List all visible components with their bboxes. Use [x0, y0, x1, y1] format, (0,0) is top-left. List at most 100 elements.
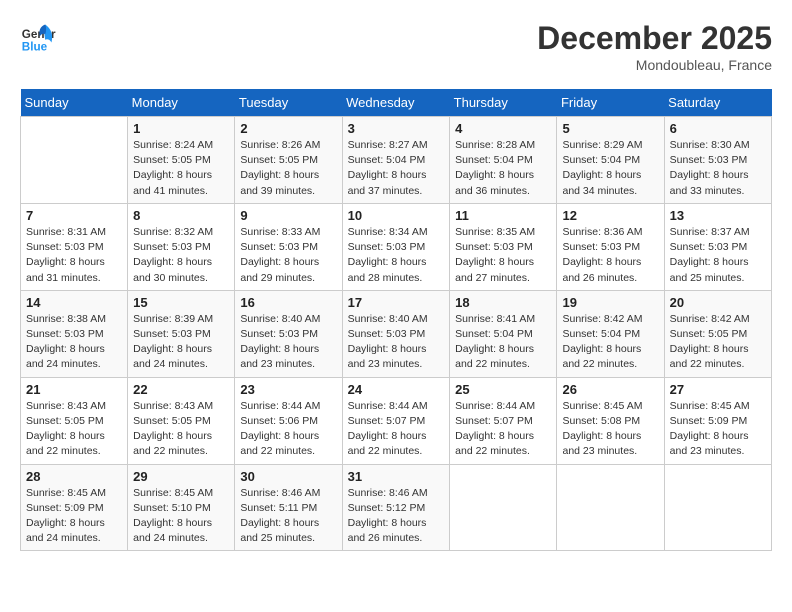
calendar-cell: 8Sunrise: 8:32 AMSunset: 5:03 PMDaylight… — [128, 203, 235, 290]
month-title: December 2025 — [537, 20, 772, 57]
calendar-cell: 12Sunrise: 8:36 AMSunset: 5:03 PMDayligh… — [557, 203, 664, 290]
day-info: Sunrise: 8:28 AMSunset: 5:04 PMDaylight:… — [455, 138, 551, 199]
day-number: 6 — [670, 121, 766, 136]
weekday-header: Thursday — [450, 89, 557, 117]
day-info: Sunrise: 8:29 AMSunset: 5:04 PMDaylight:… — [562, 138, 658, 199]
day-number: 5 — [562, 121, 658, 136]
day-number: 31 — [348, 469, 445, 484]
calendar-table: SundayMondayTuesdayWednesdayThursdayFrid… — [20, 89, 772, 551]
calendar-cell: 4Sunrise: 8:28 AMSunset: 5:04 PMDaylight… — [450, 117, 557, 204]
calendar-cell: 31 Sunrise: 8:46 AMSunset: 5:12 PMDayligh… — [342, 464, 450, 551]
day-number: 3 — [348, 121, 445, 136]
day-number: 12 — [562, 208, 658, 223]
calendar-week-row: 21 Sunrise: 8:43 AMSunset: 5:05 PMDayligh… — [21, 377, 772, 464]
day-number: 7 — [26, 208, 122, 223]
calendar-cell: 29Sunrise: 8:45 AMSunset: 5:10 PMDayligh… — [128, 464, 235, 551]
page-header: General Blue December 2025 Mondoubleau, … — [20, 20, 772, 73]
calendar-cell: 11 Sunrise: 8:35 AMSunset: 5:03 PMDayligh… — [450, 203, 557, 290]
calendar-cell — [557, 464, 664, 551]
weekday-header: Sunday — [21, 89, 128, 117]
day-number: 26 — [562, 382, 658, 397]
day-number: 24 — [348, 382, 445, 397]
day-number: 16 — [240, 295, 336, 310]
day-info: Sunrise: 8:42 AMSunset: 5:04 PMDaylight:… — [562, 312, 658, 373]
calendar-week-row: 28Sunrise: 8:45 AMSunset: 5:09 PMDayligh… — [21, 464, 772, 551]
calendar-cell: 27 Sunrise: 8:45 AMSunset: 5:09 PMDayligh… — [664, 377, 771, 464]
day-info: Sunrise: 8:35 AMSunset: 5:03 PMDaylight:… — [455, 225, 551, 286]
calendar-cell: 20Sunrise: 8:42 AMSunset: 5:05 PMDayligh… — [664, 290, 771, 377]
calendar-header: SundayMondayTuesdayWednesdayThursdayFrid… — [21, 89, 772, 117]
day-info: Sunrise: 8:38 AMSunset: 5:03 PMDaylight:… — [26, 312, 122, 373]
calendar-cell — [450, 464, 557, 551]
calendar-cell: 22 Sunrise: 8:43 AMSunset: 5:05 PMDayligh… — [128, 377, 235, 464]
day-number: 20 — [670, 295, 766, 310]
calendar-cell: 28Sunrise: 8:45 AMSunset: 5:09 PMDayligh… — [21, 464, 128, 551]
day-info: Sunrise: 8:24 AMSunset: 5:05 PMDaylight:… — [133, 138, 229, 199]
calendar-cell: 25Sunrise: 8:44 AMSunset: 5:07 PMDayligh… — [450, 377, 557, 464]
calendar-cell: 10 Sunrise: 8:34 AMSunset: 5:03 PMDayligh… — [342, 203, 450, 290]
day-info: Sunrise: 8:27 AMSunset: 5:04 PMDaylight:… — [348, 138, 445, 199]
day-info: Sunrise: 8:45 AMSunset: 5:09 PMDaylight:… — [670, 399, 766, 460]
calendar-body: 1 Sunrise: 8:24 AMSunset: 5:05 PMDaylight… — [21, 117, 772, 551]
calendar-cell — [21, 117, 128, 204]
day-info: Sunrise: 8:39 AMSunset: 5:03 PMDaylight:… — [133, 312, 229, 373]
calendar-cell: 6 Sunrise: 8:30 AMSunset: 5:03 PMDaylight… — [664, 117, 771, 204]
calendar-cell: 9 Sunrise: 8:33 AMSunset: 5:03 PMDaylight… — [235, 203, 342, 290]
calendar-cell: 15 Sunrise: 8:39 AMSunset: 5:03 PMDayligh… — [128, 290, 235, 377]
day-info: Sunrise: 8:45 AMSunset: 5:08 PMDaylight:… — [562, 399, 658, 460]
calendar-cell: 21 Sunrise: 8:43 AMSunset: 5:05 PMDayligh… — [21, 377, 128, 464]
calendar-cell: 16Sunrise: 8:40 AMSunset: 5:03 PMDayligh… — [235, 290, 342, 377]
day-info: Sunrise: 8:26 AMSunset: 5:05 PMDaylight:… — [240, 138, 336, 199]
weekday-header: Monday — [128, 89, 235, 117]
day-number: 15 — [133, 295, 229, 310]
calendar-cell: 2Sunrise: 8:26 AMSunset: 5:05 PMDaylight… — [235, 117, 342, 204]
logo: General Blue — [20, 20, 56, 56]
day-info: Sunrise: 8:31 AMSunset: 5:03 PMDaylight:… — [26, 225, 122, 286]
svg-text:Blue: Blue — [22, 41, 48, 54]
calendar-cell: 26 Sunrise: 8:45 AMSunset: 5:08 PMDayligh… — [557, 377, 664, 464]
title-block: December 2025 Mondoubleau, France — [537, 20, 772, 73]
day-number: 11 — [455, 208, 551, 223]
day-info: Sunrise: 8:43 AMSunset: 5:05 PMDaylight:… — [26, 399, 122, 460]
calendar-cell: 24 Sunrise: 8:44 AMSunset: 5:07 PMDayligh… — [342, 377, 450, 464]
day-number: 14 — [26, 295, 122, 310]
day-info: Sunrise: 8:30 AMSunset: 5:03 PMDaylight:… — [670, 138, 766, 199]
day-number: 29 — [133, 469, 229, 484]
logo-icon: General Blue — [20, 20, 56, 56]
day-number: 22 — [133, 382, 229, 397]
day-number: 19 — [562, 295, 658, 310]
weekday-header: Wednesday — [342, 89, 450, 117]
day-number: 10 — [348, 208, 445, 223]
day-number: 17 — [348, 295, 445, 310]
day-info: Sunrise: 8:46 AMSunset: 5:12 PMDaylight:… — [348, 486, 445, 547]
calendar-cell: 17Sunrise: 8:40 AMSunset: 5:03 PMDayligh… — [342, 290, 450, 377]
calendar-cell: 13Sunrise: 8:37 AMSunset: 5:03 PMDayligh… — [664, 203, 771, 290]
day-info: Sunrise: 8:44 AMSunset: 5:06 PMDaylight:… — [240, 399, 336, 460]
day-number: 8 — [133, 208, 229, 223]
day-number: 25 — [455, 382, 551, 397]
calendar-week-row: 14 Sunrise: 8:38 AMSunset: 5:03 PMDayligh… — [21, 290, 772, 377]
calendar-cell — [664, 464, 771, 551]
calendar-cell: 5 Sunrise: 8:29 AMSunset: 5:04 PMDaylight… — [557, 117, 664, 204]
day-number: 27 — [670, 382, 766, 397]
day-number: 30 — [240, 469, 336, 484]
calendar-cell: 14 Sunrise: 8:38 AMSunset: 5:03 PMDayligh… — [21, 290, 128, 377]
day-number: 13 — [670, 208, 766, 223]
day-number: 23 — [240, 382, 336, 397]
calendar-week-row: 7 Sunrise: 8:31 AMSunset: 5:03 PMDaylight… — [21, 203, 772, 290]
day-info: Sunrise: 8:33 AMSunset: 5:03 PMDaylight:… — [240, 225, 336, 286]
calendar-cell: 23 Sunrise: 8:44 AMSunset: 5:06 PMDayligh… — [235, 377, 342, 464]
day-number: 28 — [26, 469, 122, 484]
calendar-week-row: 1 Sunrise: 8:24 AMSunset: 5:05 PMDaylight… — [21, 117, 772, 204]
day-info: Sunrise: 8:41 AMSunset: 5:04 PMDaylight:… — [455, 312, 551, 373]
day-number: 21 — [26, 382, 122, 397]
calendar-cell: 18Sunrise: 8:41 AMSunset: 5:04 PMDayligh… — [450, 290, 557, 377]
day-number: 9 — [240, 208, 336, 223]
calendar-cell: 19 Sunrise: 8:42 AMSunset: 5:04 PMDayligh… — [557, 290, 664, 377]
day-info: Sunrise: 8:46 AMSunset: 5:11 PMDaylight:… — [240, 486, 336, 547]
day-info: Sunrise: 8:34 AMSunset: 5:03 PMDaylight:… — [348, 225, 445, 286]
day-info: Sunrise: 8:43 AMSunset: 5:05 PMDaylight:… — [133, 399, 229, 460]
day-number: 1 — [133, 121, 229, 136]
calendar-cell: 30 Sunrise: 8:46 AMSunset: 5:11 PMDayligh… — [235, 464, 342, 551]
day-info: Sunrise: 8:44 AMSunset: 5:07 PMDaylight:… — [348, 399, 445, 460]
